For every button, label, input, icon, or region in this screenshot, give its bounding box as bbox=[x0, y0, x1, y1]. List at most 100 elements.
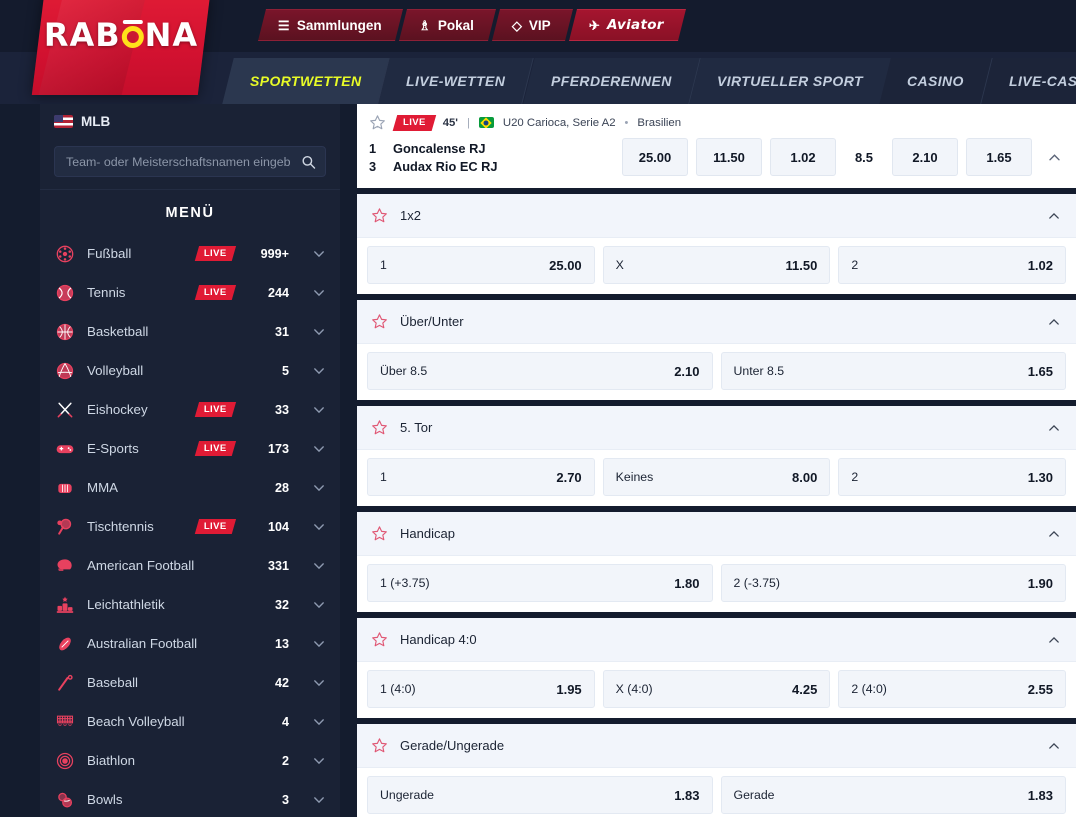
sidebar-item-fussball[interactable]: Fußball LIVE 999+ bbox=[40, 234, 340, 273]
chevron-down-icon[interactable] bbox=[310, 637, 328, 651]
chevron-up-icon[interactable] bbox=[1046, 633, 1062, 647]
chevron-down-icon[interactable] bbox=[310, 247, 328, 261]
live-badge-label: LIVE bbox=[403, 116, 426, 128]
selection-odd: 4.25 bbox=[792, 681, 818, 697]
market-header[interactable]: Über/Unter bbox=[357, 300, 1076, 344]
selection-button[interactable]: Gerade 1.83 bbox=[720, 776, 1066, 814]
selection-button[interactable]: X 11.50 bbox=[602, 246, 831, 284]
chevron-up-icon[interactable] bbox=[1046, 315, 1062, 329]
chevron-up-icon[interactable] bbox=[1046, 209, 1062, 223]
home-score: 1 bbox=[369, 140, 377, 156]
search-icon[interactable] bbox=[301, 154, 316, 169]
sidebar-item-australian-football[interactable]: Australian Football 13 bbox=[40, 624, 340, 663]
page-scrollbar[interactable] bbox=[1070, 104, 1076, 817]
sidebar-item-bowls[interactable]: Bowls 3 bbox=[40, 780, 340, 817]
selection-button[interactable]: 1 (4:0) 1.95 bbox=[367, 670, 595, 708]
tab-virtueller-sport[interactable]: VIRTUELLER SPORT bbox=[688, 58, 892, 104]
favorite-star-icon[interactable] bbox=[371, 525, 388, 542]
selection-button[interactable]: 2 1.02 bbox=[838, 246, 1067, 284]
favorite-star-icon[interactable] bbox=[371, 419, 388, 436]
sidebar-item-label: Basketball bbox=[87, 324, 149, 339]
sidebar-item-tennis[interactable]: Tennis LIVE 244 bbox=[40, 273, 340, 312]
header-pill-nav: ☰ Sammlungen ♗ Pokal ◇ VIP ✈ Aviator bbox=[258, 9, 686, 41]
odd-button[interactable]: 11.50 bbox=[696, 138, 762, 176]
sidebar-item-label: MMA bbox=[87, 480, 119, 495]
chevron-down-icon[interactable] bbox=[310, 364, 328, 378]
chevron-down-icon[interactable] bbox=[310, 403, 328, 417]
selection-button[interactable]: 1 (+3.75) 1.80 bbox=[367, 564, 713, 602]
sidebar-item-beach-volleyball[interactable]: Beach Volleyball 4 bbox=[40, 702, 340, 741]
market-header[interactable]: Gerade/Ungerade bbox=[357, 724, 1076, 768]
selection-button[interactable]: 1 25.00 bbox=[367, 246, 595, 284]
sidebar-item-label: Bowls bbox=[87, 792, 123, 807]
selection-label: 1 (+3.75) bbox=[380, 576, 430, 590]
market-header[interactable]: 5. Tor bbox=[357, 406, 1076, 450]
sidebar-item-biathlon[interactable]: Biathlon 2 bbox=[40, 741, 340, 780]
sidebar-item-eishockey[interactable]: Eishockey LIVE 33 bbox=[40, 390, 340, 429]
selection-button[interactable]: Keines 8.00 bbox=[602, 458, 831, 496]
selection-button[interactable]: X (4:0) 4.25 bbox=[602, 670, 831, 708]
market-header[interactable]: 1x2 bbox=[357, 194, 1076, 238]
chevron-up-icon[interactable] bbox=[1044, 150, 1064, 165]
favorite-star-icon[interactable] bbox=[371, 207, 388, 224]
tab-sportwetten[interactable]: SPORTWETTEN bbox=[222, 58, 391, 104]
market-header[interactable]: Handicap 4:0 bbox=[357, 618, 1076, 662]
chevron-down-icon[interactable] bbox=[310, 442, 328, 456]
favorite-star-icon[interactable] bbox=[371, 737, 388, 754]
chevron-down-icon[interactable] bbox=[310, 598, 328, 612]
sidebar-item-mlb[interactable]: MLB bbox=[40, 106, 340, 136]
selection-label: Über 8.5 bbox=[380, 364, 428, 378]
chevron-down-icon[interactable] bbox=[310, 559, 328, 573]
chevron-down-icon[interactable] bbox=[310, 325, 328, 339]
selection-label: Unter 8.5 bbox=[733, 364, 785, 378]
search-box[interactable] bbox=[54, 146, 326, 177]
chevron-down-icon[interactable] bbox=[310, 715, 328, 729]
tab-live-casino[interactable]: LIVE-CASINO bbox=[981, 58, 1076, 104]
selection-button[interactable]: Unter 8.5 1.65 bbox=[720, 352, 1066, 390]
chevron-down-icon[interactable] bbox=[310, 793, 328, 807]
selection-button[interactable]: Über 8.5 2.10 bbox=[367, 352, 713, 390]
favorite-star-icon[interactable] bbox=[371, 313, 388, 330]
chevron-down-icon[interactable] bbox=[310, 676, 328, 690]
selection-button[interactable]: 2 (4:0) 2.55 bbox=[838, 670, 1067, 708]
tab-pferderennen[interactable]: PFERDERENNEN bbox=[523, 58, 701, 104]
odd-button[interactable]: 2.10 bbox=[892, 138, 958, 176]
us-flag-icon bbox=[54, 114, 73, 128]
chevron-up-icon[interactable] bbox=[1046, 739, 1062, 753]
sidebar-item-volleyball[interactable]: Volleyball 5 bbox=[40, 351, 340, 390]
pill-sammlungen[interactable]: ☰ Sammlungen bbox=[258, 9, 404, 41]
pill-pokal[interactable]: ♗ Pokal bbox=[399, 9, 497, 41]
pill-aviator[interactable]: ✈ Aviator bbox=[568, 9, 686, 41]
chevron-down-icon[interactable] bbox=[310, 754, 328, 768]
chevron-down-icon[interactable] bbox=[310, 286, 328, 300]
market-header[interactable]: Handicap bbox=[357, 512, 1076, 556]
brand-logo[interactable]: RAB NA bbox=[31, 0, 211, 102]
sidebar-item-tischtennis[interactable]: Tischtennis LIVE 104 bbox=[40, 507, 340, 546]
tab-live-wetten[interactable]: LIVE-WETTEN bbox=[378, 58, 535, 104]
chevron-up-icon[interactable] bbox=[1046, 421, 1062, 435]
sidebar-item-baseball[interactable]: Baseball 42 bbox=[40, 663, 340, 702]
favorite-star-icon[interactable] bbox=[369, 114, 386, 131]
sidebar-search-wrap bbox=[40, 136, 340, 189]
sidebar-item-basketball[interactable]: Basketball 31 bbox=[40, 312, 340, 351]
tab-casino[interactable]: CASINO bbox=[879, 58, 994, 104]
selection-button[interactable]: 2 (-3.75) 1.90 bbox=[720, 564, 1066, 602]
selection-button[interactable]: Ungerade 1.83 bbox=[367, 776, 713, 814]
selection-button[interactable]: 1 2.70 bbox=[367, 458, 595, 496]
pill-vip[interactable]: ◇ VIP bbox=[492, 9, 573, 41]
odd-button[interactable]: 1.02 bbox=[770, 138, 836, 176]
selection-button[interactable]: 2 1.30 bbox=[838, 458, 1067, 496]
chevron-up-icon[interactable] bbox=[1046, 527, 1062, 541]
chevron-down-icon[interactable] bbox=[310, 481, 328, 495]
tennis-ball-icon bbox=[54, 282, 76, 304]
chevron-down-icon[interactable] bbox=[310, 520, 328, 534]
sidebar-item-leichtathletik[interactable]: Leichtathletik 32 bbox=[40, 585, 340, 624]
sidebar-item-e-sports[interactable]: E-Sports LIVE 173 bbox=[40, 429, 340, 468]
odd-button[interactable]: 25.00 bbox=[622, 138, 688, 176]
odd-button[interactable]: 1.65 bbox=[966, 138, 1032, 176]
search-input[interactable] bbox=[66, 154, 291, 169]
sidebar-item-american-football[interactable]: American Football 331 bbox=[40, 546, 340, 585]
live-badge: LIVE bbox=[195, 519, 237, 534]
favorite-star-icon[interactable] bbox=[371, 631, 388, 648]
sidebar-item-mma[interactable]: MMA 28 bbox=[40, 468, 340, 507]
